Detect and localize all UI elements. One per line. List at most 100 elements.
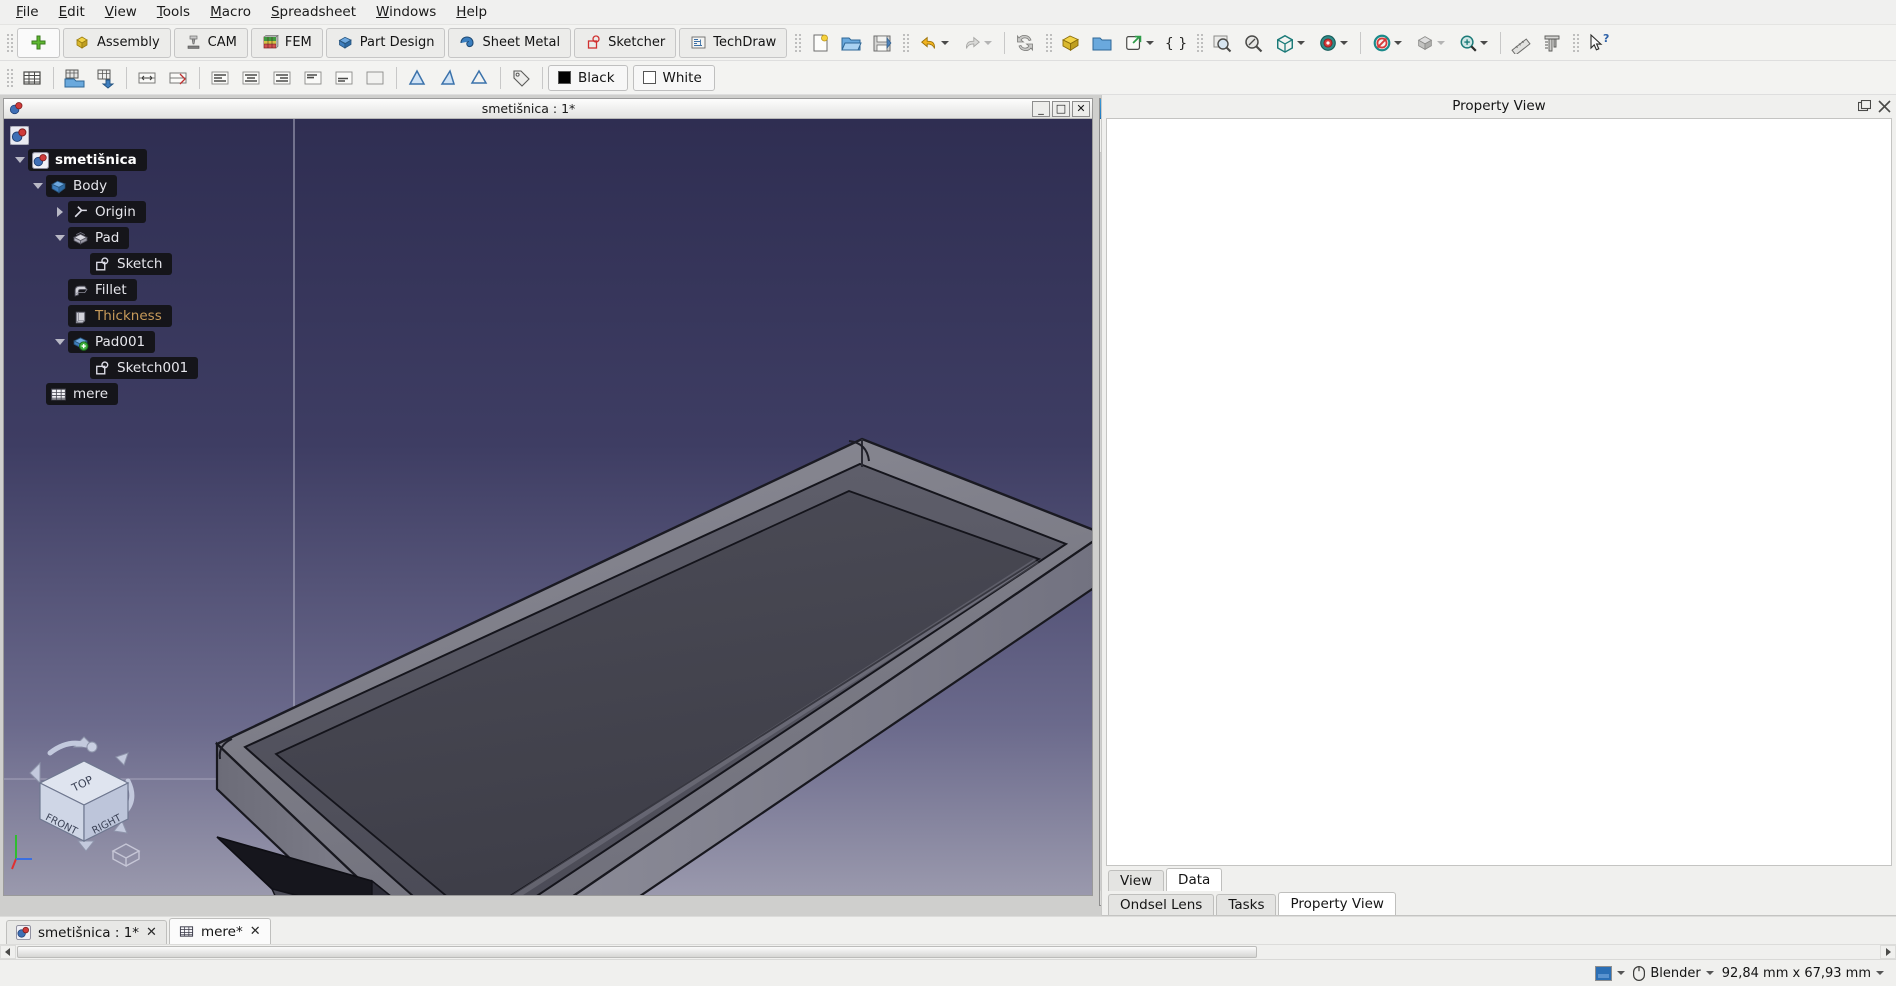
background-color-button[interactable]: White — [632, 64, 715, 91]
spreadsheet-horizontal-scrollbar[interactable] — [1100, 890, 1101, 905]
undock-icon[interactable] — [1858, 99, 1871, 113]
toolbar-grip-icon[interactable] — [5, 31, 14, 54]
row-header-11[interactable]: 11 — [1100, 483, 1101, 514]
caliper-button[interactable] — [1537, 28, 1567, 58]
dimensions-control[interactable]: 92,84 mm x 67,93 mm — [1722, 966, 1884, 981]
row-header-13[interactable]: 13 — [1100, 543, 1101, 574]
tree-node-mere[interactable]: mere — [8, 381, 300, 407]
toggle-visibility-button[interactable] — [1409, 28, 1451, 58]
align-top-button[interactable] — [298, 63, 328, 93]
row-header-19[interactable]: 19 — [1100, 723, 1101, 754]
menu-tools[interactable]: Tools — [147, 1, 200, 23]
row-header-16[interactable]: 16 — [1100, 633, 1101, 664]
row-header-18[interactable]: 18 — [1100, 693, 1101, 724]
mdi-horizontal-scrollbar[interactable] — [0, 944, 1896, 959]
tab-property-view[interactable]: Property View — [1278, 892, 1396, 915]
zoom-dropdown-caret-icon[interactable] — [1480, 40, 1489, 45]
menu-file[interactable]: File — [6, 1, 49, 23]
tree-expander-smetisnica[interactable] — [12, 157, 28, 163]
tab-ondsel-lens[interactable]: Ondsel Lens — [1108, 894, 1215, 915]
toolbar-grip-file-icon[interactable] — [793, 31, 803, 54]
tree-node-fillet[interactable]: Fillet — [8, 277, 300, 303]
toolbar-grip-edit-icon[interactable] — [901, 31, 911, 54]
workbench-sketcher-button[interactable]: Sketcher — [574, 27, 677, 58]
tree-node-body[interactable]: Body — [8, 173, 300, 199]
menu-help[interactable]: Help — [446, 1, 497, 23]
align-vcenter-button[interactable] — [360, 63, 390, 93]
viewport-3d[interactable]: smetišnica Body Origin Pad Sketch Fillet… — [4, 119, 1092, 895]
create-part-button[interactable] — [1056, 28, 1086, 58]
tree-expander-body[interactable] — [30, 183, 46, 189]
toolbar-grip-help-icon[interactable] — [1571, 31, 1581, 54]
tree-node-pad[interactable]: Pad — [8, 225, 300, 251]
row-header-22[interactable]: 22 — [1100, 813, 1101, 844]
draw-style-button[interactable] — [1312, 28, 1354, 58]
open-document-button[interactable] — [836, 28, 866, 58]
redo-dropdown-caret-icon[interactable] — [984, 40, 993, 45]
tree-node-origin[interactable]: Origin — [8, 199, 300, 225]
row-header-1[interactable]: 1 — [1100, 183, 1101, 214]
tree-expander-pad[interactable] — [52, 235, 68, 241]
draw-style-dropdown-caret-icon[interactable] — [1340, 40, 1349, 45]
document-tab-smetisnica[interactable]: smetišnica : 1* ✕ — [6, 920, 167, 944]
create-spreadsheet-button[interactable] — [17, 63, 47, 93]
view3d-close-button[interactable]: ✕ — [1072, 100, 1090, 117]
workbench-fem-button[interactable]: FEM — [250, 27, 323, 58]
tree-node-sketch[interactable]: Sketch — [8, 251, 300, 277]
menu-spreadsheet[interactable]: Spreadsheet — [261, 1, 366, 23]
export-spreadsheet-button[interactable] — [90, 63, 120, 93]
visibility-dropdown-caret-icon[interactable] — [1437, 40, 1446, 45]
view3d-titlebar[interactable]: smetišnica : 1* _ □ ✕ — [4, 99, 1092, 119]
document-tab-smetisnica-close[interactable]: ✕ — [146, 926, 157, 939]
tree-node-thickness[interactable]: Thickness — [8, 303, 300, 329]
undo-button[interactable] — [913, 28, 955, 58]
row-header-20[interactable]: 20 — [1100, 753, 1101, 784]
create-group-button[interactable] — [1087, 28, 1117, 58]
clipping-dropdown-caret-icon[interactable] — [1394, 40, 1403, 45]
spreadsheet-grid[interactable]: A B C D 12VIŠINA10,000 mm3DOLŽINA80,000 … — [1100, 153, 1101, 904]
tree-node-pad001[interactable]: Pad001 — [8, 329, 300, 355]
clipping-button[interactable] — [1366, 28, 1408, 58]
align-bottom-button[interactable] — [329, 63, 359, 93]
mdi-scroll-thumb[interactable] — [17, 946, 1257, 958]
row-header-21[interactable]: 21 — [1100, 783, 1101, 814]
workbench-part-design-button[interactable]: Part Design — [325, 27, 446, 58]
row-header-10[interactable]: 10 — [1100, 453, 1101, 484]
workbench-cam-button[interactable]: CAM — [173, 27, 248, 58]
undo-dropdown-caret-icon[interactable] — [941, 40, 950, 45]
tab-data[interactable]: Data — [1166, 868, 1223, 891]
row-header-23[interactable]: 23 — [1100, 843, 1101, 874]
row-header-6[interactable]: 6 — [1100, 333, 1101, 364]
scene-color-control[interactable] — [1595, 965, 1626, 981]
zoom-box-button[interactable] — [1452, 28, 1494, 58]
row-header-3[interactable]: 3 — [1100, 243, 1101, 274]
scroll-left-button[interactable] — [1100, 891, 1101, 905]
refresh-button[interactable] — [1010, 28, 1040, 58]
grid-corner-cell[interactable] — [1100, 153, 1101, 184]
row-header-8[interactable]: 8 — [1100, 393, 1101, 424]
fit-all-button[interactable] — [1207, 28, 1237, 58]
style-italic-button[interactable] — [433, 63, 463, 93]
tab-view[interactable]: View — [1108, 870, 1165, 891]
link-object-button[interactable] — [1118, 28, 1160, 58]
save-document-button[interactable] — [867, 28, 897, 58]
toolbar-grip-view-icon[interactable] — [1195, 31, 1205, 54]
menu-view[interactable]: View — [95, 1, 147, 23]
merge-cells-button[interactable] — [132, 63, 162, 93]
view3d-minimize-button[interactable]: _ — [1032, 100, 1050, 117]
spreadsheet-titlebar[interactable]: mere* _ □ ✕ — [1100, 99, 1101, 119]
tree-node-sketch001[interactable]: Sketch001 — [8, 355, 300, 381]
align-left-button[interactable] — [205, 63, 235, 93]
scene-color-caret-icon[interactable] — [1617, 971, 1626, 975]
tree-expander-pad001[interactable] — [52, 339, 68, 345]
row-header-17[interactable]: 17 — [1100, 663, 1101, 694]
split-cell-button[interactable] — [163, 63, 193, 93]
axonometric-dropdown-caret-icon[interactable] — [1297, 40, 1306, 45]
toolbar-grip-structure-icon[interactable] — [1044, 31, 1054, 54]
workbench-assembly-button[interactable]: Assembly — [63, 27, 171, 58]
toolbar-grip-sheet-icon[interactable] — [5, 66, 14, 89]
mdi-scroll-left-button[interactable] — [0, 945, 16, 959]
workbench-sheet-metal-button[interactable]: Sheet Metal — [448, 27, 572, 58]
close-icon[interactable] — [1878, 99, 1891, 113]
axonometric-view-button[interactable] — [1269, 28, 1311, 58]
